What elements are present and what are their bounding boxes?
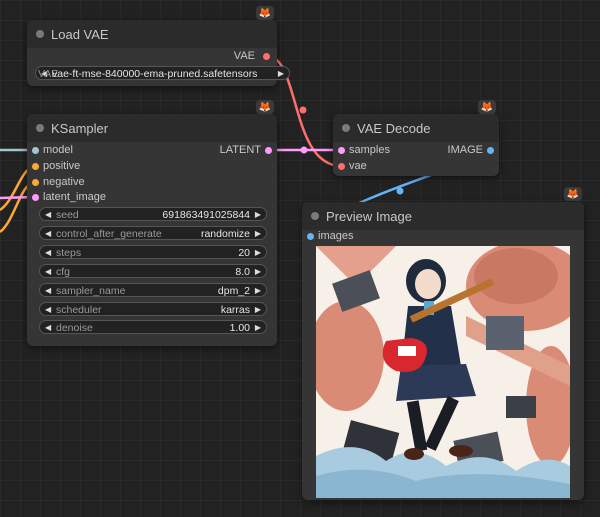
triangle-right-icon[interactable]: ▶ — [278, 68, 284, 80]
input-slot-vae[interactable] — [338, 163, 345, 170]
widget-name: sampler_name — [56, 285, 126, 297]
widget-name: control_after_generate — [56, 228, 162, 240]
input-slot-images[interactable] — [307, 233, 314, 240]
ksampler-header[interactable]: KSampler — [27, 114, 277, 142]
widget-seed[interactable]: ◀ seed 691863491025844 ▶ — [39, 207, 267, 221]
triangle-left-icon[interactable]: ◀ — [45, 322, 51, 334]
ksampler-node[interactable]: KSampler model positive negative latent_… — [27, 114, 277, 346]
node-title: Preview Image — [326, 209, 412, 224]
load-vae-header[interactable]: Load VAE — [27, 20, 277, 48]
input-slot-latent-image[interactable] — [32, 194, 39, 201]
input-label-vae: vae — [349, 160, 367, 172]
input-slot-positive[interactable] — [32, 163, 39, 170]
widget-denoise[interactable]: ◀ denoise 1.00 ▶ — [39, 320, 267, 334]
widget-name: denoise — [56, 322, 93, 334]
output-label-latent: LATENT — [219, 144, 261, 156]
widget-sampler-name[interactable]: ◀ sampler_name dpm_2 ▶ — [39, 283, 267, 297]
load-vae-node[interactable]: Load VAE VAE ◀ VAE vae-ft-mse-840000-ema… — [27, 20, 290, 86]
triangle-right-icon[interactable]: ▶ — [255, 304, 261, 316]
input-label-latent-image: latent_image — [43, 191, 106, 203]
collapse-dot-icon[interactable] — [36, 124, 44, 132]
widget-cfg[interactable]: ◀ cfg 8.0 ▶ — [39, 264, 267, 278]
collapse-dot-icon[interactable] — [36, 30, 44, 38]
triangle-left-icon[interactable]: ◀ — [45, 247, 51, 259]
output-slot-latent[interactable] — [265, 147, 272, 154]
collapse-dot-icon[interactable] — [342, 124, 350, 132]
triangle-left-icon[interactable]: ◀ — [45, 304, 51, 316]
triangle-right-icon[interactable]: ▶ — [255, 209, 261, 221]
triangle-right-icon[interactable]: ▶ — [255, 322, 261, 334]
output-label-vae: VAE — [233, 50, 255, 62]
widget-value: 8.0 — [235, 266, 250, 278]
node-title: Load VAE — [51, 27, 109, 42]
collapse-dot-icon[interactable] — [311, 212, 319, 220]
widget-value: randomize — [200, 228, 250, 240]
output-slot-vae[interactable] — [263, 53, 270, 60]
anime-guitarist-illustration — [316, 246, 570, 498]
widget-value: dpm_2 — [217, 285, 250, 297]
input-label-images: images — [318, 230, 354, 242]
widget-name: steps — [56, 247, 82, 259]
input-label-samples: samples — [349, 144, 390, 156]
triangle-left-icon[interactable]: ◀ — [45, 266, 51, 278]
fox-badge-icon: 🦊 — [256, 100, 274, 114]
widget-value: vae-ft-mse-840000-ema-pruned.safetensors — [52, 68, 258, 80]
preview-image-header[interactable]: Preview Image — [302, 202, 584, 230]
widget-value: karras — [220, 304, 250, 316]
fox-badge-icon: 🦊 — [256, 6, 274, 20]
fox-badge-icon: 🦊 — [478, 100, 496, 114]
widget-name: cfg — [56, 266, 71, 278]
input-label-model: model — [43, 144, 73, 156]
widget-scheduler[interactable]: ◀ scheduler karras ▶ — [39, 302, 267, 316]
generated-image-preview[interactable] — [316, 246, 570, 498]
input-label-positive: positive — [43, 160, 81, 172]
input-label-negative: negative — [43, 176, 85, 188]
input-slot-model[interactable] — [32, 147, 39, 154]
vae-decode-node[interactable]: VAE Decode samples vae IMAGE — [333, 114, 499, 176]
triangle-right-icon[interactable]: ▶ — [255, 228, 261, 240]
node-title: KSampler — [51, 121, 109, 136]
input-slot-negative[interactable] — [32, 179, 39, 186]
fox-badge-icon: 🦊 — [564, 187, 582, 201]
output-slot-image[interactable] — [487, 147, 494, 154]
triangle-left-icon[interactable]: ◀ — [45, 209, 51, 221]
vae-name-widget[interactable]: ◀ VAE vae-ft-mse-840000-ema-pruned.safet… — [35, 66, 290, 80]
triangle-right-icon[interactable]: ▶ — [255, 285, 261, 297]
triangle-right-icon[interactable]: ▶ — [255, 247, 261, 259]
widget-value: 20 — [238, 247, 250, 259]
node-title: VAE Decode — [357, 121, 431, 136]
widget-steps[interactable]: ◀ steps 20 ▶ — [39, 245, 267, 259]
widget-value: 691863491025844 — [162, 209, 250, 221]
widget-name: scheduler — [56, 304, 102, 316]
input-slot-samples[interactable] — [338, 147, 345, 154]
triangle-left-icon[interactable]: ◀ — [45, 228, 51, 240]
vae-decode-header[interactable]: VAE Decode — [333, 114, 499, 142]
widget-name: seed — [56, 209, 79, 221]
widget-control-after-generate[interactable]: ◀ control_after_generate randomize ▶ — [39, 226, 267, 240]
triangle-right-icon[interactable]: ▶ — [255, 266, 261, 278]
output-label-image: IMAGE — [447, 144, 483, 156]
widget-value: 1.00 — [229, 322, 250, 334]
triangle-left-icon[interactable]: ◀ — [45, 285, 51, 297]
